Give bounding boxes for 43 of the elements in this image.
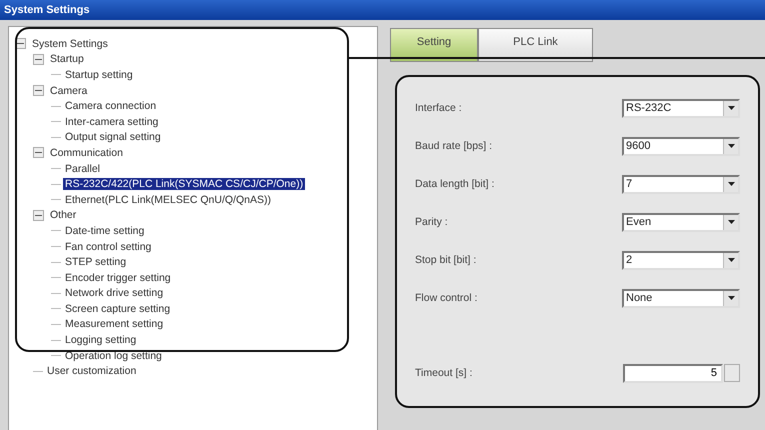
field-label: Stop bit [bit] : (415, 254, 476, 266)
collapse-icon[interactable] (33, 147, 44, 158)
field-label: Flow control : (415, 292, 478, 304)
tree-item[interactable]: Camera connection (63, 100, 158, 112)
collapse-icon[interactable] (33, 85, 44, 96)
dropdown[interactable]: 7 (622, 174, 740, 194)
tree-item[interactable]: Output signal setting (63, 131, 163, 144)
dropdown[interactable]: 9600 (622, 136, 740, 156)
dropdown[interactable]: RS-232C (622, 98, 740, 118)
tree-item[interactable]: RS-232C/422(PLC Link(SYSMAC CS/CJ/CP/One)) (63, 178, 306, 190)
tree-item[interactable]: Startup setting (63, 68, 135, 81)
tree-item[interactable]: Fan control setting (63, 240, 154, 253)
tree-item[interactable]: STEP setting (63, 256, 128, 268)
tree-item[interactable]: Encoder trigger setting (63, 272, 173, 284)
dropdown[interactable]: Even (622, 212, 740, 232)
tree-item[interactable]: Screen capture setting (63, 302, 172, 315)
tree-item[interactable]: User customization (45, 365, 138, 378)
field-label: Timeout [s] : (415, 367, 472, 379)
number-field[interactable]: 5 (623, 364, 723, 382)
field-label: Parity : (415, 216, 448, 228)
tree-item[interactable]: Date-time setting (63, 224, 146, 237)
tree-item[interactable]: Ethernet(PLC Link(MELSEC QnU/Q/QnAS)) (63, 194, 273, 206)
dropdown[interactable]: 2 (622, 250, 740, 270)
tree-item[interactable]: Startup (48, 53, 86, 66)
collapse-icon[interactable] (33, 210, 44, 221)
field-label: Interface : (415, 102, 462, 114)
tree-item[interactable]: Operation log setting (63, 350, 164, 362)
tree-item[interactable]: Inter-camera setting (63, 116, 160, 128)
tree-item[interactable]: System Settings (30, 38, 110, 50)
tree-item[interactable]: Logging setting (63, 334, 138, 346)
tab[interactable]: Setting (390, 28, 478, 62)
tree-item[interactable]: Camera (48, 84, 90, 97)
collapse-icon[interactable] (33, 54, 44, 65)
tab[interactable]: PLC Link (478, 28, 593, 62)
window-title: System Settings (4, 4, 90, 16)
tree-item[interactable]: Other (48, 209, 78, 222)
tree-item[interactable]: Network drive setting (63, 287, 166, 300)
field-label: Baud rate [bps] : (415, 140, 492, 152)
dropdown[interactable]: None (622, 288, 740, 308)
field-label: Data length [bit] : (415, 178, 494, 190)
tree-item[interactable]: Measurement setting (63, 318, 166, 330)
tree-item[interactable]: Parallel (63, 162, 102, 175)
tree-item[interactable]: Communication (48, 146, 125, 159)
